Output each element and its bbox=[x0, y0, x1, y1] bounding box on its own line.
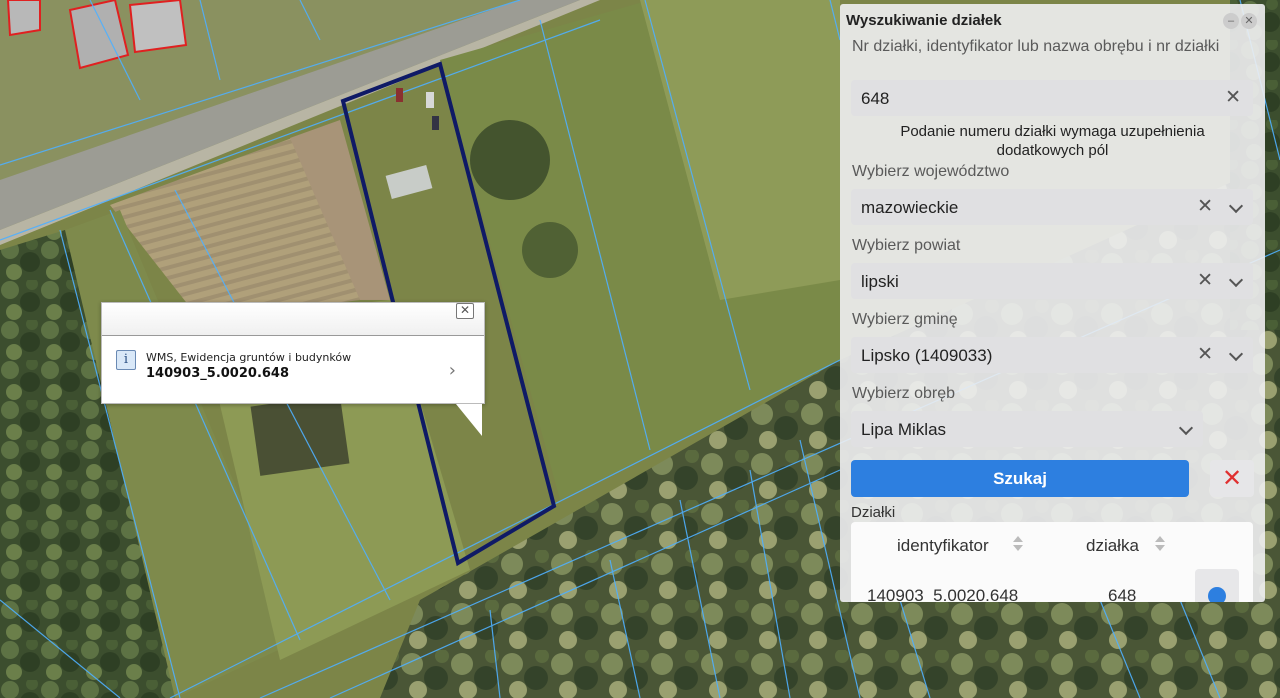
vehicle bbox=[396, 88, 403, 102]
voivodeship-value: mazowieckie bbox=[861, 198, 959, 217]
clear-icon[interactable]: ✕ bbox=[1197, 343, 1213, 366]
panel-title: Wyszukiwanie działek bbox=[846, 12, 1002, 29]
sort-icon[interactable] bbox=[1013, 534, 1023, 556]
minimize-icon[interactable]: – bbox=[1223, 13, 1239, 29]
search-button[interactable]: Szukaj bbox=[851, 460, 1189, 497]
add-parcel-button[interactable] bbox=[1195, 569, 1239, 602]
commune-select[interactable]: Lipsko (1409033) ✕ bbox=[851, 337, 1253, 373]
info-icon: i bbox=[116, 350, 136, 370]
precinct-value: Lipa Miklas bbox=[861, 420, 947, 439]
popup-pointer bbox=[456, 404, 482, 436]
column-header-parcel[interactable]: działka bbox=[1086, 536, 1139, 556]
chevron-down-icon[interactable] bbox=[1228, 346, 1244, 362]
chevron-down-icon[interactable] bbox=[1178, 420, 1194, 436]
close-icon[interactable]: ✕ bbox=[456, 303, 474, 319]
popup-source: WMS, Ewidencja gruntów i budynków bbox=[146, 351, 352, 364]
county-label: Wybierz powiat bbox=[852, 237, 961, 254]
clear-icon[interactable]: ✕ bbox=[1197, 195, 1213, 218]
chevron-right-icon[interactable]: › bbox=[449, 360, 456, 381]
plus-icon bbox=[1208, 587, 1226, 602]
close-icon[interactable]: ✕ bbox=[1241, 13, 1257, 29]
pond bbox=[250, 394, 350, 476]
hint-text: Podanie numeru działki wymaga uzupełnien… bbox=[900, 123, 1205, 159]
building bbox=[6, 0, 41, 37]
precinct-label: Wybierz obręb bbox=[852, 385, 956, 402]
search-input[interactable]: 648 ✕ bbox=[851, 80, 1253, 116]
clear-icon[interactable]: ✕ bbox=[1225, 86, 1241, 109]
table-cell-identifier[interactable]: 140903_5.0020.648 bbox=[867, 586, 1018, 602]
voivodeship-select[interactable]: mazowieckie ✕ bbox=[851, 189, 1253, 225]
vehicle bbox=[432, 116, 439, 130]
table-cell-parcel[interactable]: 648 bbox=[1108, 586, 1136, 602]
building bbox=[128, 0, 188, 54]
commune-value: Lipsko (1409033) bbox=[861, 346, 993, 365]
county-value: lipski bbox=[861, 272, 899, 291]
tree-cluster bbox=[470, 120, 550, 200]
commune-label: Wybierz gminę bbox=[852, 311, 958, 328]
tree-cluster bbox=[522, 222, 578, 278]
chevron-down-icon[interactable] bbox=[1228, 198, 1244, 214]
feature-info-popup: ✕ i WMS, Ewidencja gruntów i budynków 14… bbox=[101, 302, 485, 436]
voivodeship-label: Wybierz województwo bbox=[852, 163, 1010, 180]
popup-body[interactable]: i WMS, Ewidencja gruntów i budynków 1409… bbox=[102, 336, 484, 404]
clear-form-button[interactable]: ✕ bbox=[1210, 460, 1254, 497]
county-select[interactable]: lipski ✕ bbox=[851, 263, 1253, 299]
sort-icon[interactable] bbox=[1155, 534, 1165, 556]
results-label: Działki bbox=[851, 504, 896, 521]
vehicle bbox=[426, 92, 434, 108]
clear-icon[interactable]: ✕ bbox=[1197, 269, 1213, 292]
popup-header: ✕ bbox=[102, 303, 484, 336]
search-input-value: 648 bbox=[861, 89, 890, 108]
precinct-select[interactable]: Lipa Miklas bbox=[851, 411, 1203, 447]
column-header-identifier[interactable]: identyfikator bbox=[897, 536, 989, 556]
search-label: Nr działki, identyfikator lub nazwa obrę… bbox=[852, 38, 1220, 55]
parcel-search-panel: Wyszukiwanie działek – ✕ Nr działki, ide… bbox=[840, 4, 1265, 602]
window-controls: – ✕ bbox=[1223, 13, 1257, 29]
popup-identifier: 140903_5.0020.648 bbox=[146, 366, 290, 381]
results-table: identyfikator działka 140903_5.0020.648 … bbox=[851, 522, 1253, 602]
chevron-down-icon[interactable] bbox=[1228, 272, 1244, 288]
